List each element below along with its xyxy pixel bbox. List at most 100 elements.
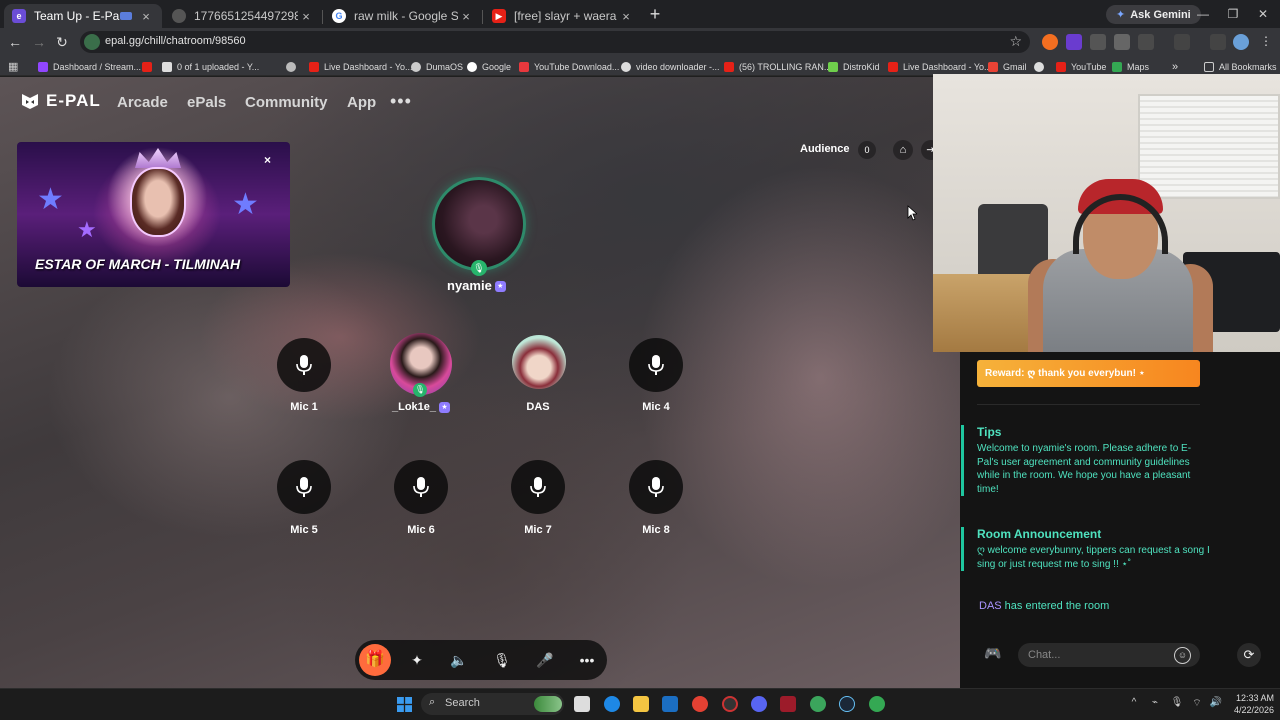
extension-icon[interactable] [1090,34,1106,50]
chrome-active-icon[interactable] [869,696,885,712]
bookmark-item[interactable]: Live Dashboard - Yo... [888,59,992,74]
bookmark-star-icon[interactable]: ☆ [1009,33,1022,50]
twitch-extension-icon[interactable] [1066,34,1082,50]
nav-community[interactable]: Community [245,94,328,111]
close-tab-icon[interactable]: × [138,9,154,24]
close-tab-icon[interactable]: × [298,9,314,24]
bookmark-item[interactable]: YouTube Download... [519,59,619,74]
chrome-profile-icon[interactable] [810,696,826,712]
epal-logo[interactable]: E-PAL [20,91,101,111]
bookmark-label: video downloader -... [636,61,720,72]
volume-icon[interactable]: 🔊 [1209,697,1223,711]
bookmark-item[interactable]: video downloader -... [621,59,720,74]
store-icon[interactable] [662,696,678,712]
tab-youtube[interactable]: ▶ [free] slayr + waera type beat - × [484,4,642,28]
microphone-toggle-icon[interactable]: 🎙 [490,648,514,672]
mic-seat-5[interactable] [277,460,331,514]
task-view-icon[interactable] [574,696,590,712]
new-tab-button[interactable]: + [644,4,666,26]
edge-icon[interactable] [604,696,620,712]
mic-seat-8[interactable] [629,460,683,514]
share-room-icon[interactable]: ⌂ [893,140,913,160]
restore-icon[interactable]: ❐ [1218,4,1248,24]
site-info-icon[interactable] [84,34,100,50]
bookmark-item[interactable]: Live Dashboard - Yo... [309,59,413,74]
bookmark-item[interactable]: (56) TROLLING RAN... [724,59,831,74]
minimize-icon[interactable]: — [1188,4,1218,24]
game-controller-icon[interactable]: 🎮 [982,645,1004,663]
mic-seat-6[interactable] [394,460,448,514]
close-tab-icon[interactable]: × [618,9,634,24]
more-bookmarks-chevron-icon[interactable]: » [1172,59,1178,74]
bookmark-item[interactable]: Gmail [988,59,1027,74]
bookmark-item[interactable]: YouTube [1056,59,1106,74]
nav-more-icon[interactable]: ••• [390,91,412,112]
puzzle-extensions-icon[interactable] [1138,34,1154,50]
extension-icon[interactable] [1042,34,1058,50]
menu-kebab-icon[interactable]: ⋮ [1258,34,1274,50]
wifi-icon[interactable]: ⌔ [1190,697,1204,711]
file-explorer-icon[interactable] [633,696,649,712]
adobe-icon[interactable] [780,696,796,712]
profile-avatar-icon[interactable] [1233,34,1249,50]
close-tab-icon[interactable]: × [458,9,474,24]
tab-image[interactable]: 1776651254497298​9.jpeg (96× × [164,4,323,28]
seat-3-avatar[interactable] [512,335,566,389]
speaker-icon[interactable]: 🔈 [447,648,471,672]
mic-seat-1[interactable] [277,338,331,392]
mic-seat-7[interactable] [511,460,565,514]
nav-app[interactable]: App [347,94,376,111]
event-banner[interactable]: ★ ★ ★ ESTAR OF MARCH - TILMINAH [17,142,290,287]
reading-list-icon[interactable] [1210,34,1226,50]
bookmark-item[interactable] [286,59,301,74]
more-options-icon[interactable]: ••• [575,648,599,672]
clock-time: 12:33 AM [1235,693,1274,703]
all-bookmarks[interactable]: All Bookmarks [1204,59,1277,74]
back-icon[interactable]: ← [5,32,25,52]
nav-epals[interactable]: ePals [187,94,226,111]
discord-icon[interactable] [751,696,767,712]
tray-overflow-chevron-icon[interactable]: ^ [1127,697,1141,711]
media-control-icon[interactable] [1174,34,1190,50]
bookmark-item[interactable]: Dashboard / Stream... [38,59,141,74]
joined-user-name[interactable]: DAS [979,600,1002,612]
bookmark-item[interactable]: Maps [1112,59,1149,74]
banner-close-icon[interactable]: × [264,153,271,167]
bookmark-item[interactable]: 0 of 1 uploaded - Y... [162,59,259,74]
chat-input[interactable]: Chat... [1018,643,1200,667]
bookmark-item[interactable]: DumaOS [411,59,463,74]
nav-arcade[interactable]: Arcade [117,94,168,111]
mic-seat-4[interactable] [629,338,683,392]
bookmark-item[interactable] [142,59,157,74]
audience-label[interactable]: Audience [800,143,850,155]
ask-gemini-button[interactable]: ✦ Ask Gemini [1106,5,1201,24]
steam-icon[interactable] [839,696,855,712]
forward-icon[interactable]: → [29,32,49,52]
bookmark-item[interactable]: DistroKid [828,59,880,74]
download-icon [519,61,529,72]
gift-icon[interactable]: 🎁 [359,644,391,676]
extension-icon[interactable] [1114,34,1130,50]
windows-start-icon[interactable] [397,697,412,712]
obs-icon[interactable] [722,696,738,712]
tab-google-search[interactable]: G raw milk - Google Search × [324,4,483,28]
mic-request-icon[interactable]: 🎤 [533,648,557,672]
bookmark-item[interactable]: Google [467,59,511,74]
host-avatar[interactable] [432,177,526,271]
bookmark-label: 0 of 1 uploaded - Y... [177,61,260,72]
taskbar-clock[interactable]: 12:33 AM 4/22/2026 [1228,692,1274,716]
widgets-icon[interactable] [534,696,562,712]
tab-team-up[interactable]: e Team Up - E-Pal × [4,4,162,28]
emoji-icon[interactable]: ☺ [1174,647,1191,664]
microphone-tray-icon[interactable]: 🎙 [1170,697,1184,711]
close-window-icon[interactable]: ✕ [1248,4,1278,24]
host-name[interactable]: nyamie ★ [447,278,506,293]
reload-icon[interactable]: ↻ [52,32,72,52]
apps-grid-icon[interactable]: ▦ [8,59,18,74]
chrome-icon[interactable] [692,696,708,712]
address-bar[interactable]: epal.gg/chill/chatroom/98560 ☆ [80,31,1030,53]
magic-wand-icon[interactable]: ✦ [405,648,429,672]
network-icon[interactable]: ⌁ [1148,697,1162,711]
floating-action-icon[interactable]: ⟳ [1237,643,1261,667]
bookmark-item[interactable] [1034,59,1049,74]
